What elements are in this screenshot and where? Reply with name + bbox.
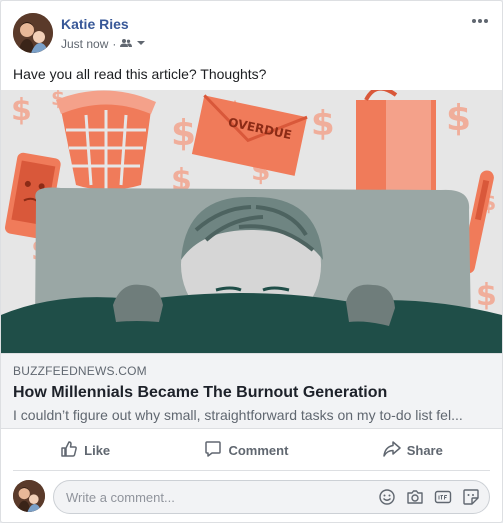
author-name[interactable]: Katie Ries <box>61 16 129 32</box>
post-text: Have you all read this article? Thoughts… <box>13 66 267 82</box>
comment-composer <box>13 479 490 514</box>
post-card: Katie Ries Just now · Have you all read … <box>0 0 503 523</box>
more-options-icon[interactable] <box>470 13 490 29</box>
link-title[interactable]: How Millennials Became The Burnout Gener… <box>13 384 490 402</box>
article-image[interactable]: $ $ $ $ $ $ $ $ $ $ $ $ <box>1 90 502 353</box>
post-actions: Like Comment Share <box>13 431 490 471</box>
svg-text:$: $ <box>11 93 32 128</box>
author-avatar[interactable] <box>13 13 53 53</box>
comment-tools <box>378 488 480 506</box>
post-header: Katie Ries Just now · <box>13 13 490 57</box>
camera-icon[interactable] <box>406 488 424 506</box>
comment-button[interactable]: Comment <box>192 434 300 467</box>
like-label: Like <box>84 443 111 458</box>
post-timestamp[interactable]: Just now <box>61 37 108 51</box>
post-meta: Just now · <box>61 37 146 51</box>
meta-separator: · <box>112 37 117 51</box>
friends-icon[interactable] <box>120 37 133 51</box>
commenter-avatar[interactable] <box>13 480 45 512</box>
svg-text:$: $ <box>476 278 497 313</box>
gif-icon[interactable] <box>434 488 452 506</box>
chevron-down-icon[interactable] <box>136 37 146 51</box>
svg-text:$: $ <box>171 113 196 154</box>
sticker-icon[interactable] <box>462 488 480 506</box>
comment-label: Comment <box>228 443 289 458</box>
link-preview[interactable]: BUZZFEEDNEWS.COM How Millennials Became … <box>1 353 502 429</box>
share-button[interactable]: Share <box>371 434 455 467</box>
svg-text:$: $ <box>446 98 471 139</box>
link-description: I couldn’t figure out why small, straigh… <box>13 407 463 423</box>
link-domain: BUZZFEEDNEWS.COM <box>13 364 147 378</box>
share-icon <box>382 440 401 461</box>
like-button[interactable]: Like <box>48 434 122 467</box>
thumbs-up-icon <box>60 440 78 461</box>
svg-text:$: $ <box>311 104 335 144</box>
emoji-icon[interactable] <box>378 488 396 506</box>
comment-icon <box>204 440 222 461</box>
share-label: Share <box>406 443 443 458</box>
